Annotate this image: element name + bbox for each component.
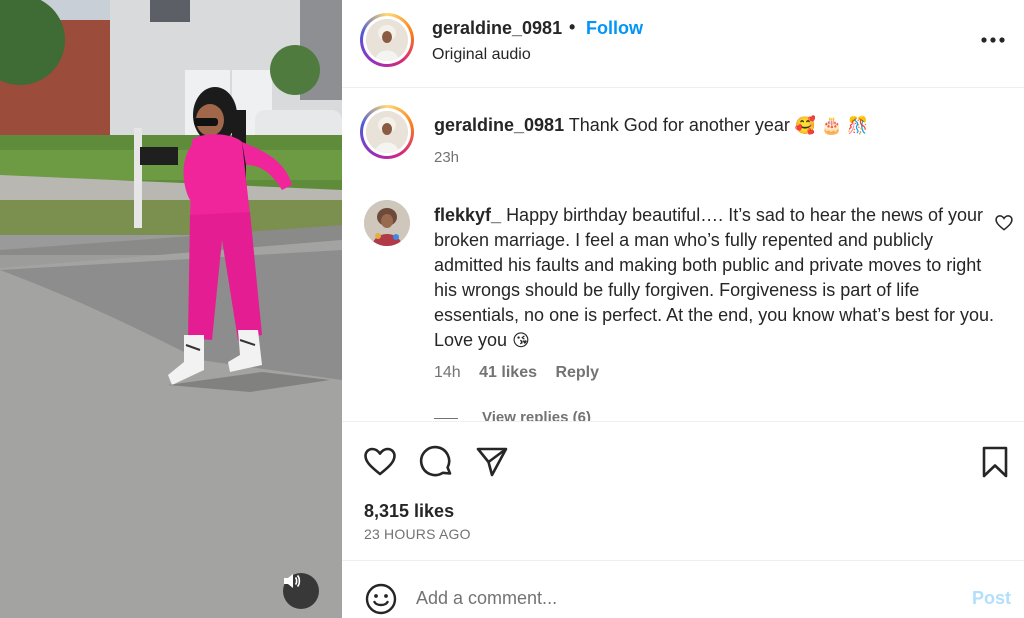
view-replies-line bbox=[434, 418, 458, 419]
separator-dot: • bbox=[569, 17, 576, 37]
caption: geraldine_0981 Thank God for another yea… bbox=[434, 115, 994, 136]
commenter-username[interactable]: flekkyf_ bbox=[434, 205, 501, 225]
comment-like-heart-icon[interactable] bbox=[994, 213, 1014, 233]
smiling-hearts-emoji: 🥰 bbox=[794, 116, 817, 136]
add-comment-bar: Post bbox=[342, 562, 1024, 618]
likes-count[interactable]: 8,315 likes bbox=[364, 501, 454, 522]
more-horizontal-icon[interactable] bbox=[978, 28, 1008, 52]
comment-likes[interactable]: 41 likes bbox=[479, 364, 537, 381]
comments-section[interactable]: geraldine_0981 Thank God for another yea… bbox=[342, 89, 1024, 421]
follow-button[interactable]: Follow bbox=[586, 18, 643, 39]
comment-text: Happy birthday beautiful…. It’s sad to h… bbox=[434, 205, 994, 350]
reply-button[interactable]: Reply bbox=[555, 364, 599, 381]
author-avatar[interactable] bbox=[360, 13, 414, 67]
caption-avatar-image bbox=[366, 111, 408, 153]
caption-avatar[interactable] bbox=[360, 105, 414, 159]
caption-text: Thank God for another year bbox=[568, 115, 790, 135]
heart-icon[interactable] bbox=[362, 444, 398, 480]
caption-time[interactable]: 23h bbox=[434, 149, 459, 166]
posted-time: 23 HOURS AGO bbox=[364, 526, 471, 542]
video-frame bbox=[0, 0, 342, 618]
speaker-icon bbox=[284, 574, 301, 588]
kiss-emoji: 😘 bbox=[512, 331, 530, 351]
author-username[interactable]: geraldine_0981 bbox=[432, 18, 562, 39]
post-media[interactable] bbox=[0, 0, 342, 618]
audio-toggle-button[interactable] bbox=[283, 573, 319, 609]
commenter-avatar[interactable] bbox=[364, 200, 410, 246]
comment-time[interactable]: 14h bbox=[434, 364, 461, 381]
audio-label[interactable]: Original audio bbox=[432, 46, 531, 64]
comment-icon[interactable] bbox=[419, 444, 455, 480]
caption-username[interactable]: geraldine_0981 bbox=[434, 115, 564, 135]
comment-input[interactable] bbox=[416, 583, 956, 613]
commenter-avatar-image bbox=[364, 200, 410, 246]
comment-meta: 14h 41 likes Reply bbox=[434, 364, 613, 382]
emoji-picker-icon[interactable] bbox=[364, 582, 398, 616]
post-actions: 8,315 likes 23 HOURS AGO bbox=[342, 421, 1024, 561]
confetti-emoji: 🎊 bbox=[847, 116, 869, 136]
share-icon[interactable] bbox=[474, 444, 510, 480]
post-header: geraldine_0981 • Follow Original audio bbox=[342, 0, 1024, 88]
bookmark-icon[interactable] bbox=[977, 444, 1013, 480]
comment-body: flekkyf_ Happy birthday beautiful…. It’s… bbox=[434, 203, 994, 354]
view-replies-button[interactable]: View replies (6) bbox=[482, 409, 591, 421]
birthday-cake-emoji: 🎂 bbox=[821, 116, 843, 136]
post-panel: geraldine_0981 • Follow Original audio g… bbox=[342, 0, 1024, 618]
author-avatar-image bbox=[366, 19, 408, 61]
post-comment-button[interactable]: Post bbox=[972, 588, 1011, 609]
